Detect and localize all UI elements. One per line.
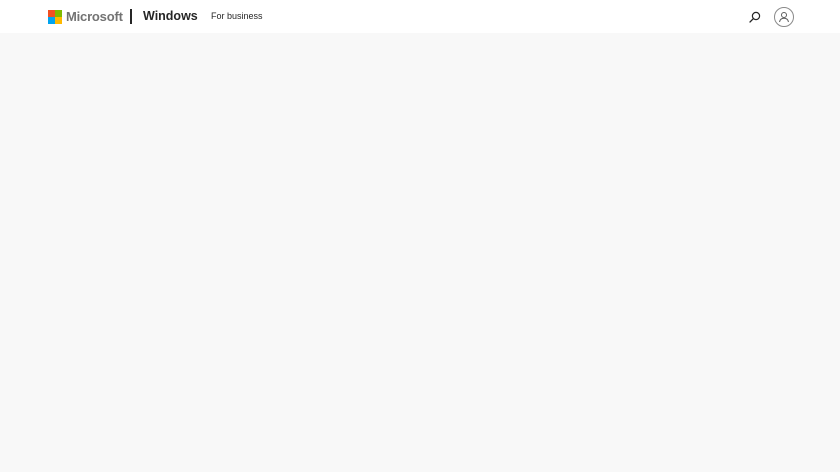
main-content-area: [0, 33, 840, 472]
microsoft-logo-link[interactable]: Microsoft: [48, 9, 123, 24]
header-divider: [130, 9, 132, 24]
account-icon: [779, 12, 789, 23]
brand-name: Microsoft: [66, 9, 123, 24]
site-header: Microsoft Windows For business: [0, 0, 840, 33]
microsoft-logo-icon: [48, 9, 62, 24]
search-icon: [749, 11, 761, 23]
product-name-link[interactable]: Windows: [143, 9, 198, 24]
account-button[interactable]: [774, 7, 794, 27]
search-button[interactable]: [746, 8, 764, 26]
nav-item-for-business[interactable]: For business: [211, 11, 263, 22]
